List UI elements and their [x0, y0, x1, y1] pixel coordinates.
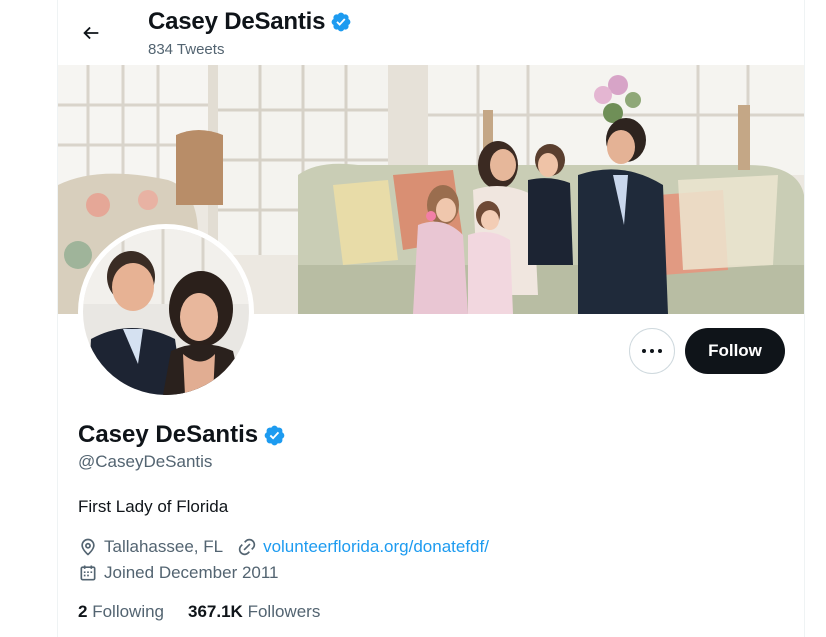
calendar-icon	[80, 565, 96, 581]
more-options-button[interactable]	[629, 328, 675, 374]
joined-item: Joined December 2011	[78, 563, 279, 583]
display-name: Casey DeSantis	[78, 421, 259, 448]
website-item[interactable]: volunteerflorida.org/donatefdf/	[237, 537, 489, 557]
profile-stats: 2 Following 367.1K Followers	[78, 602, 344, 622]
followers-stat[interactable]: 367.1K Followers	[188, 602, 320, 622]
profile-name: Casey DeSantis	[78, 420, 286, 450]
verified-badge-icon	[263, 424, 286, 447]
verified-badge-icon	[330, 11, 352, 33]
followers-label: Followers	[247, 602, 321, 621]
following-label: Following	[92, 602, 165, 621]
profile-header: Casey DeSantis 834 Tweets	[58, 0, 804, 64]
back-button[interactable]	[74, 16, 108, 50]
header-name: Casey DeSantis	[148, 8, 326, 35]
profile-avatar[interactable]	[78, 224, 254, 400]
following-count: 2	[78, 602, 88, 621]
profile-joined-row: Joined December 2011	[78, 563, 293, 583]
link-icon	[238, 538, 256, 556]
profile-column: Casey DeSantis 834 Tweets Follow Casey D…	[57, 0, 805, 637]
profile-handle: @CaseyDeSantis	[78, 452, 213, 471]
following-stat[interactable]: 2 Following	[78, 602, 164, 622]
arrow-left-icon	[83, 26, 99, 40]
profile-meta-row: Tallahassee, FL volunteerflorida.org/don…	[78, 537, 503, 557]
header-title: Casey DeSantis	[148, 8, 352, 36]
location-pin-icon	[81, 538, 95, 556]
location-item: Tallahassee, FL	[78, 537, 223, 557]
followers-count: 367.1K	[188, 602, 243, 621]
profile-bio: First Lady of Florida	[78, 497, 229, 516]
more-dots-icon	[642, 349, 646, 353]
follow-button[interactable]: Follow	[685, 328, 785, 374]
location-text: Tallahassee, FL	[104, 537, 224, 556]
tweet-count: 834 Tweets	[148, 41, 225, 58]
website-link[interactable]: volunteerflorida.org/donatefdf/	[263, 537, 489, 557]
avatar-image	[83, 229, 249, 395]
joined-text: Joined December 2011	[104, 563, 279, 582]
